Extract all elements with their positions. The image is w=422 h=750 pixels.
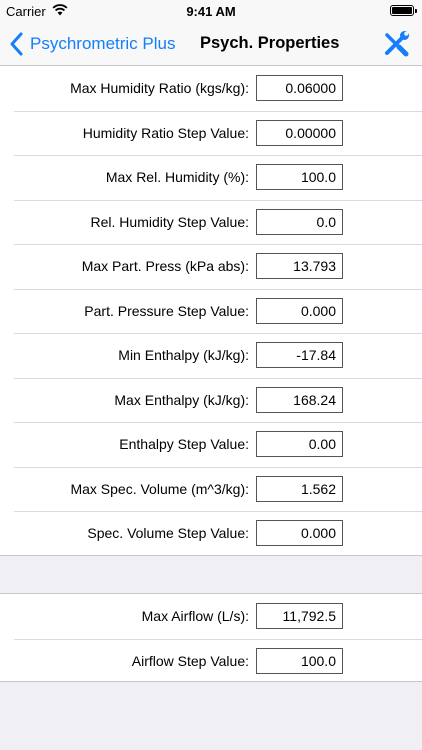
page-title: Psych. Properties bbox=[200, 34, 340, 52]
battery-icon bbox=[390, 5, 414, 16]
max-part-press-field[interactable] bbox=[256, 253, 343, 279]
setting-row: Min Enthalpy (kJ/kg): bbox=[0, 333, 422, 378]
setting-row: Max Spec. Volume (m^3/kg): bbox=[0, 466, 422, 512]
enthalpy-step-field[interactable] bbox=[256, 431, 343, 457]
humidity-ratio-step-label: Humidity Ratio Step Value: bbox=[82, 124, 249, 141]
max-humidity-ratio-label: Max Humidity Ratio (kgs/kg): bbox=[70, 80, 249, 96]
max-part-press-label: Max Part. Press (kPa abs): bbox=[81, 258, 249, 274]
max-enthalpy-field[interactable] bbox=[256, 386, 343, 413]
battery-cap bbox=[415, 9, 417, 13]
setting-row: Max Part. Press (kPa abs): bbox=[0, 244, 422, 289]
min-enthalpy-field[interactable] bbox=[256, 342, 343, 368]
max-airflow-field[interactable] bbox=[256, 603, 343, 629]
airflow-step-field[interactable] bbox=[256, 647, 343, 674]
setting-row: Max Rel. Humidity (%): bbox=[0, 155, 422, 200]
setting-row: Part. Pressure Step Value: bbox=[0, 288, 422, 334]
clock: 9:41 AM bbox=[186, 4, 236, 19]
properties-group: Max Humidity Ratio (kgs/kg): Humidity Ra… bbox=[0, 66, 422, 556]
chevron-left-icon bbox=[10, 32, 23, 56]
tools-button[interactable] bbox=[380, 28, 412, 60]
setting-row: Max Airflow (L/s): bbox=[0, 594, 422, 639]
setting-row: Max Humidity Ratio (kgs/kg): bbox=[0, 66, 422, 111]
setting-row: Humidity Ratio Step Value: bbox=[0, 110, 422, 156]
rel-humidity-step-field[interactable] bbox=[256, 208, 343, 235]
wrench-screwdriver-icon bbox=[385, 31, 409, 57]
setting-row: Max Enthalpy (kJ/kg): bbox=[0, 377, 422, 423]
spec-volume-step-field[interactable] bbox=[256, 520, 343, 546]
setting-row: Spec. Volume Step Value: bbox=[0, 511, 422, 556]
airflow-group: Max Airflow (L/s): Airflow Step Value: bbox=[0, 593, 422, 682]
max-spec-volume-label: Max Spec. Volume (m^3/kg): bbox=[70, 480, 249, 497]
setting-row: Airflow Step Value: bbox=[0, 638, 422, 684]
humidity-ratio-step-field[interactable] bbox=[256, 119, 343, 146]
part-pressure-step-field[interactable] bbox=[256, 297, 343, 324]
max-spec-volume-field[interactable] bbox=[256, 475, 343, 502]
back-button[interactable]: Psychrometric Plus bbox=[8, 30, 175, 58]
max-rel-humidity-field[interactable] bbox=[256, 164, 343, 190]
navigation-bar: Psychrometric Plus Psych. Properties bbox=[0, 22, 422, 66]
max-enthalpy-label: Max Enthalpy (kJ/kg): bbox=[114, 391, 249, 408]
rel-humidity-step-label: Rel. Humidity Step Value: bbox=[90, 213, 249, 230]
max-humidity-ratio-field[interactable] bbox=[256, 75, 343, 101]
enthalpy-step-label: Enthalpy Step Value: bbox=[119, 436, 249, 452]
min-enthalpy-label: Min Enthalpy (kJ/kg): bbox=[118, 347, 249, 363]
max-rel-humidity-label: Max Rel. Humidity (%): bbox=[105, 169, 249, 185]
setting-row: Enthalpy Step Value: bbox=[0, 422, 422, 467]
back-button-label: Psychrometric Plus bbox=[30, 34, 176, 53]
status-bar: Carrier 9:41 AM bbox=[0, 0, 422, 22]
airflow-step-label: Airflow Step Value: bbox=[131, 652, 249, 669]
part-pressure-step-label: Part. Pressure Step Value: bbox=[84, 302, 249, 319]
setting-row: Rel. Humidity Step Value: bbox=[0, 199, 422, 245]
spec-volume-step-label: Spec. Volume Step Value: bbox=[87, 525, 249, 541]
max-airflow-label: Max Airflow (L/s): bbox=[141, 608, 249, 624]
